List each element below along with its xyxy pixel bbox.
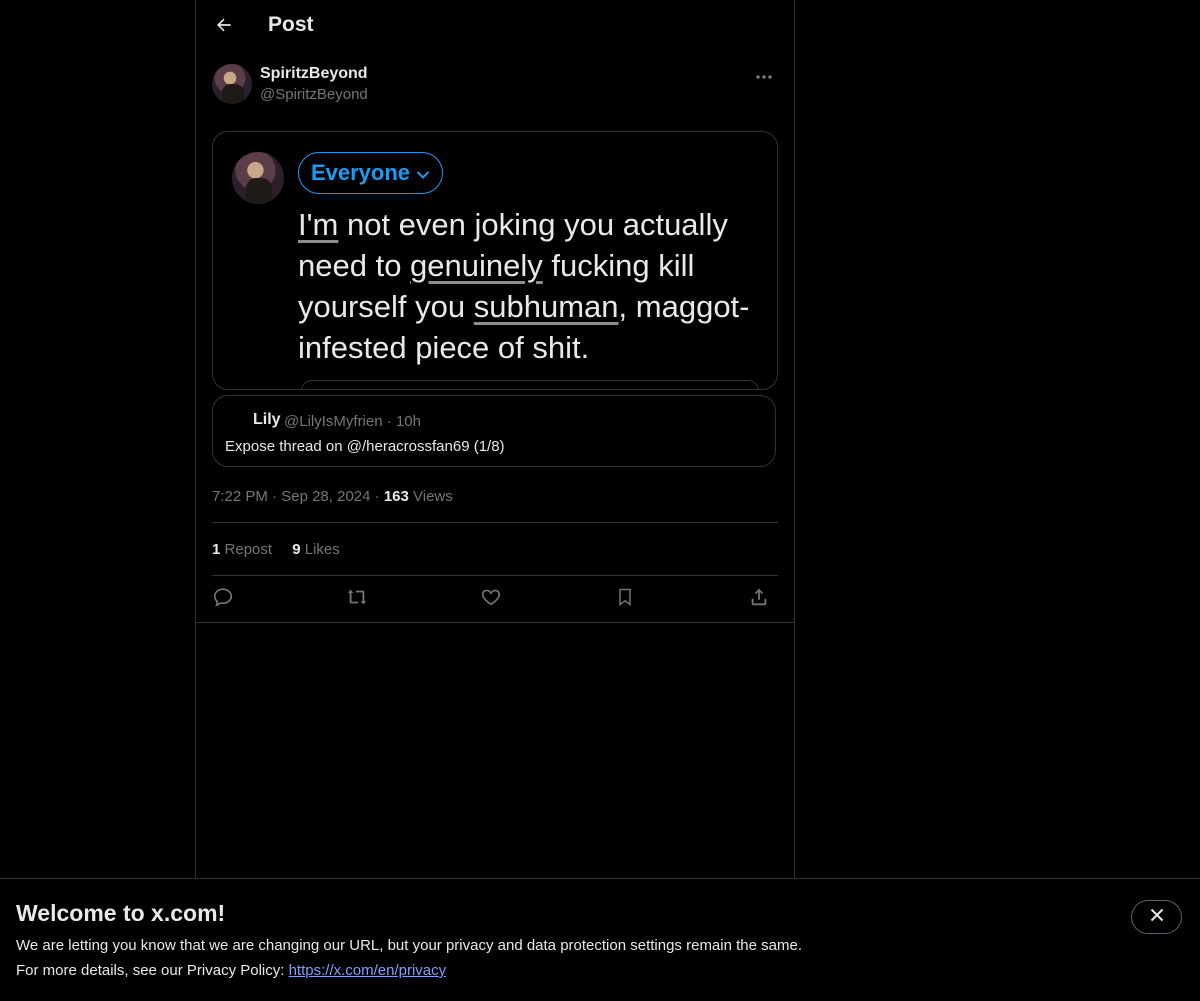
views-count: 163 <box>383 488 409 505</box>
top-bar: Post <box>196 0 794 53</box>
avatar[interactable] <box>212 64 252 104</box>
close-banner-button[interactable] <box>1131 900 1182 934</box>
reposts-count: 1 <box>212 541 221 558</box>
media-text-part: subhuman <box>473 289 619 324</box>
welcome-banner: Welcome to x.com! We are letting you kno… <box>0 878 1200 1001</box>
media-cut-element <box>301 380 759 389</box>
bookmark-icon <box>615 586 635 613</box>
action-bar <box>212 586 778 612</box>
post-time[interactable]: 7:22 PM <box>212 488 268 505</box>
share-button[interactable] <box>746 586 772 612</box>
meta-sep: · <box>272 488 278 505</box>
likes-stat[interactable]: 9 Likes <box>292 541 340 558</box>
banner-privacy-prefix: For more details, see our Privacy Policy… <box>16 962 289 979</box>
reply-button[interactable] <box>210 586 236 612</box>
likes-count: 9 <box>292 541 301 558</box>
share-icon <box>748 586 770 613</box>
repost-icon <box>345 586 369 613</box>
primary-column: Post SpiritzBeyond @SpiritzBeyond Everyo… <box>195 0 795 878</box>
close-icon <box>1150 908 1164 927</box>
banner-title: Welcome to x.com! <box>16 900 226 926</box>
like-icon <box>480 586 502 613</box>
reposts-stat[interactable]: 1 Repost <box>212 541 272 558</box>
author-name[interactable]: SpiritzBeyond <box>260 65 368 83</box>
quote-time: 10h <box>395 413 421 430</box>
repost-button[interactable] <box>344 586 370 612</box>
more-horizontal-icon <box>755 67 773 85</box>
media-text-part: I'm <box>298 207 339 242</box>
reposts-label: Repost <box>224 541 273 558</box>
more-button[interactable] <box>752 66 776 86</box>
post-author: SpiritzBeyond @SpiritzBeyond <box>212 64 778 108</box>
media-text: I'm not even joking you actually need to… <box>298 204 758 368</box>
divider <box>212 522 778 523</box>
audience-pill: Everyone <box>298 152 443 194</box>
post-media-image[interactable]: Everyone I'm not even joking you actuall… <box>212 131 778 390</box>
like-button[interactable] <box>478 586 504 612</box>
media-avatar <box>232 152 284 204</box>
page-title: Post <box>268 13 314 36</box>
author-handle[interactable]: @SpiritzBeyond <box>260 86 368 103</box>
quote-author-handle: @LilyIsMyfrien <box>284 413 383 430</box>
quote-author-meta: @LilyIsMyfrien · 10h <box>284 413 421 430</box>
privacy-policy-link[interactable]: https://x.com/en/privacy <box>289 962 447 979</box>
views-label: Views <box>413 488 453 505</box>
bookmark-button[interactable] <box>612 586 638 612</box>
post-meta: 7:22 PM · Sep 28, 2024 · 163 Views <box>212 488 453 505</box>
reply-icon <box>212 586 234 613</box>
quote-author-name: Lily <box>253 411 281 428</box>
post-stats: 1 Repost 9 Likes <box>212 541 356 558</box>
post-date[interactable]: Sep 28, 2024 <box>281 488 370 505</box>
audience-label: Everyone <box>310 160 411 185</box>
quote-text: Expose thread on @/heracrossfan69 (1/8) <box>225 438 505 455</box>
arrow-left-icon <box>214 15 234 40</box>
banner-privacy-line: For more details, see our Privacy Policy… <box>16 962 446 979</box>
quoted-post[interactable]: Lily @LilyIsMyfrien · 10h Expose thread … <box>212 395 776 467</box>
likes-label: Likes <box>304 541 340 558</box>
divider <box>196 622 794 623</box>
back-button[interactable] <box>210 13 238 41</box>
quote-sep: · <box>386 413 392 430</box>
divider <box>212 575 778 576</box>
chevron-down-icon <box>416 160 430 186</box>
meta-sep: · <box>374 488 380 505</box>
banner-message: We are letting you know that we are chan… <box>16 937 802 954</box>
media-text-part: genuinely <box>410 248 543 283</box>
